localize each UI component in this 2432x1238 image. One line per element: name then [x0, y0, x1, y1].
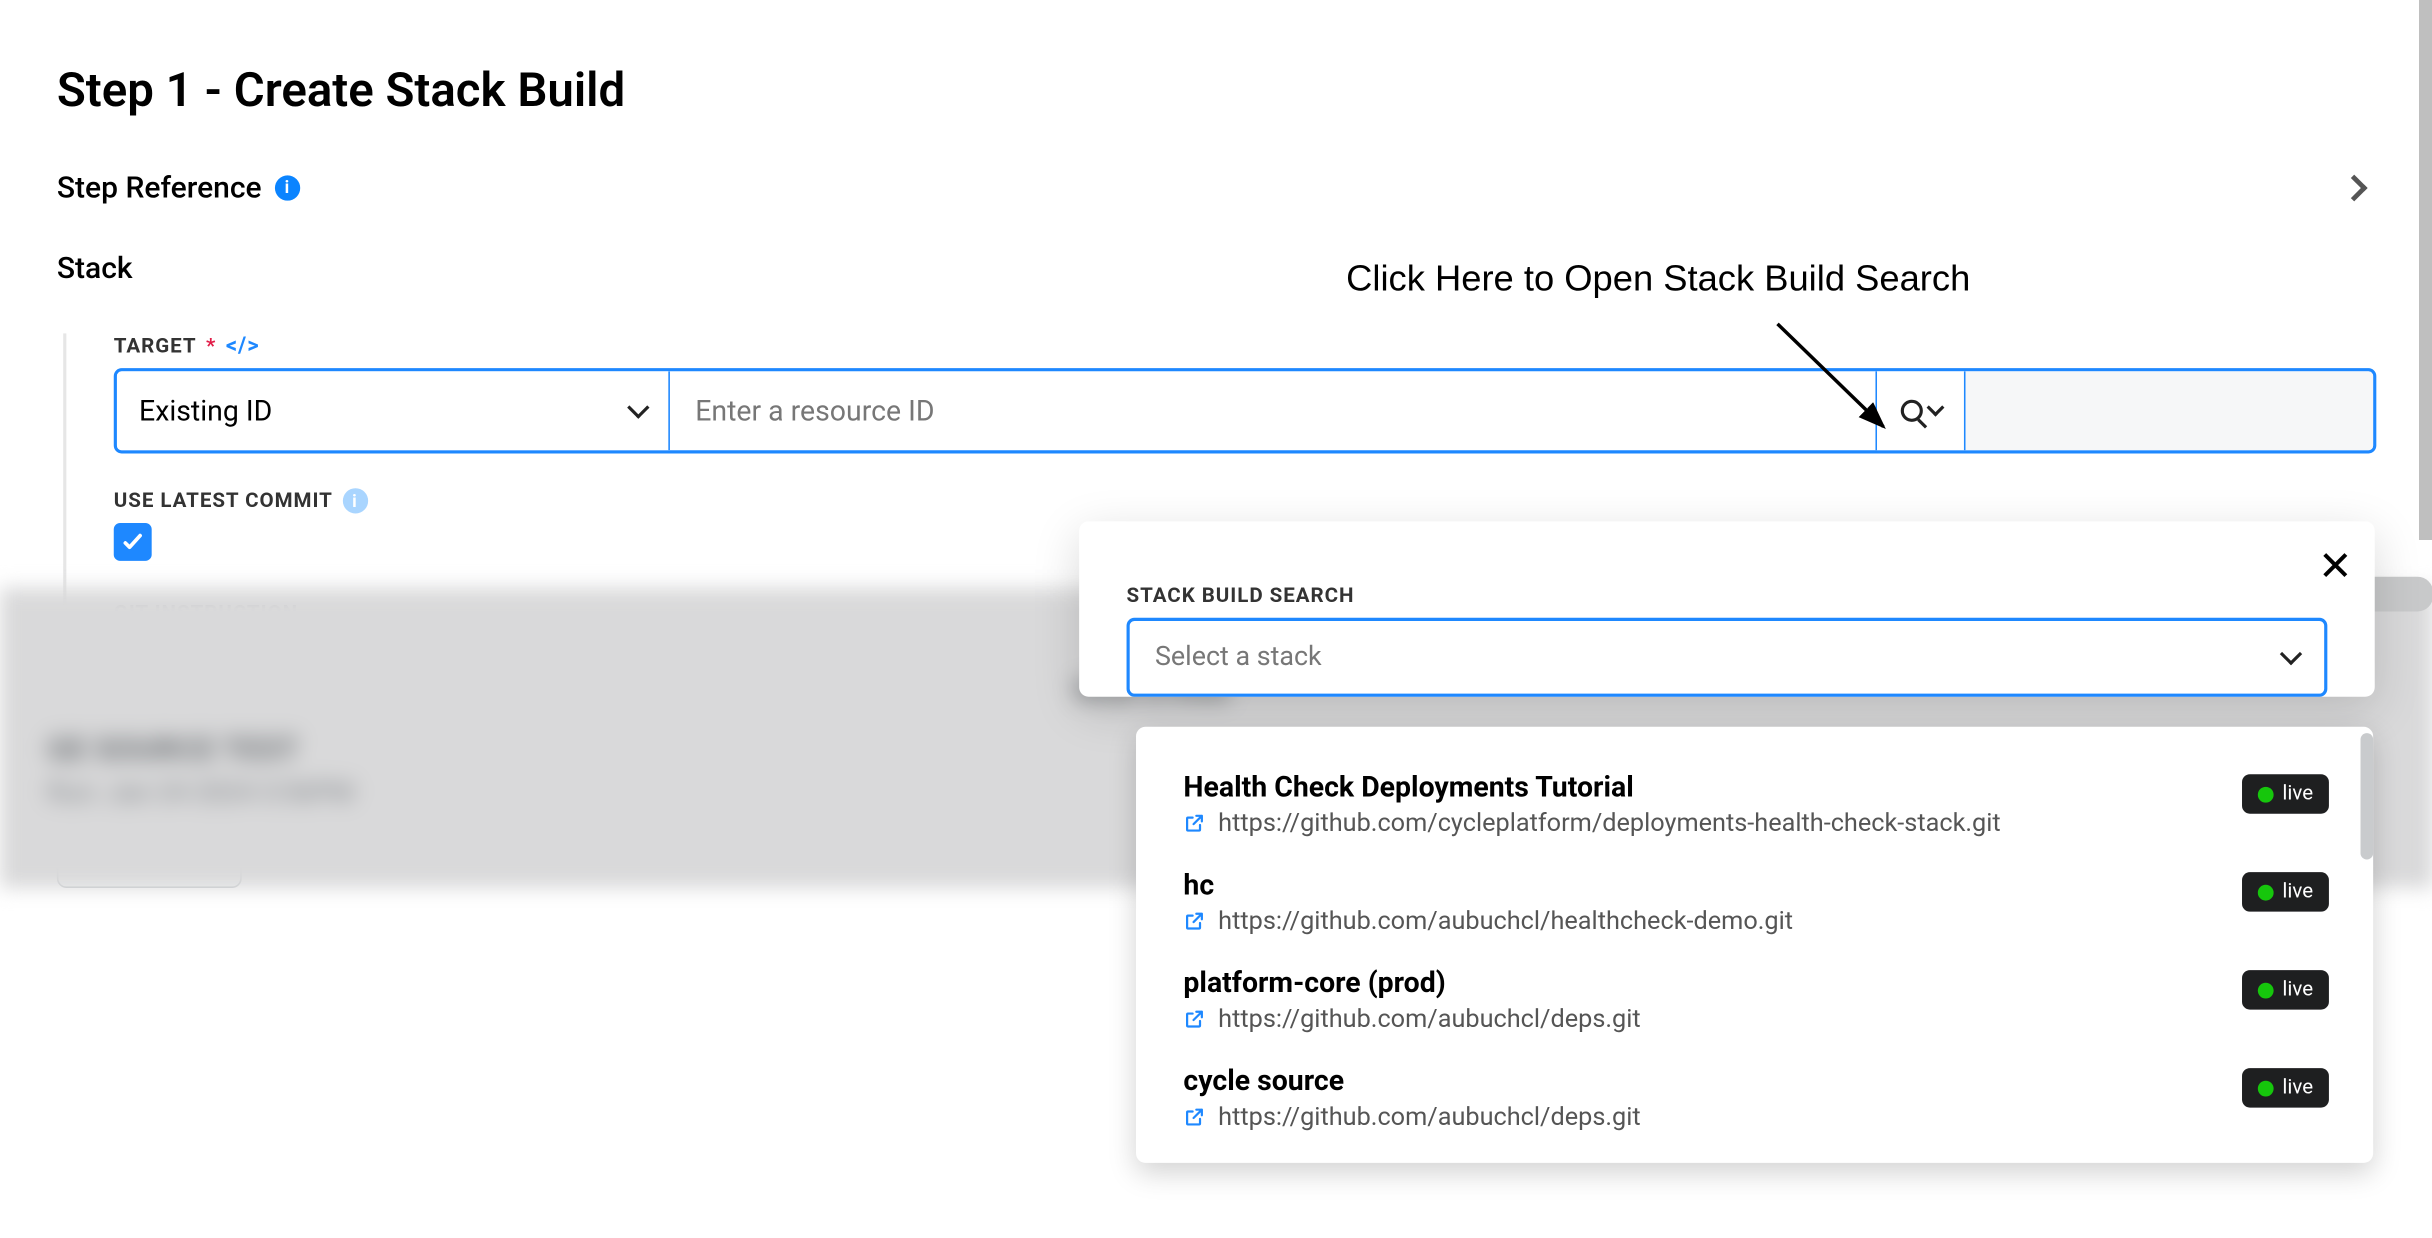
stack-select[interactable]: Select a stack [1127, 618, 2328, 697]
info-icon: i [342, 488, 367, 513]
status-dot-icon [2257, 1080, 2273, 1096]
stack-option-url: https://github.com/cycleplatform/deploym… [1218, 807, 2000, 837]
status-badge: live [2241, 774, 2329, 814]
stack-option[interactable]: cycle source https://github.com/aubuchcl… [1136, 1049, 2373, 1147]
status-badge: live [2241, 872, 2329, 912]
status-badge: live [2241, 1068, 2329, 1108]
annotation-text: Click Here to Open Stack Build Search [1346, 258, 1970, 301]
blur-run-line: Run: Jan 24 2024 3:56PM [47, 777, 353, 809]
stack-label: Stack [57, 250, 2376, 286]
chevron-down-icon [627, 396, 649, 418]
target-resource-input[interactable]: Enter a resource ID [670, 371, 1877, 450]
open-search-button[interactable] [1877, 371, 1965, 450]
stack-option-url: https://github.com/aubuchcl/deps.git [1218, 1003, 1640, 1033]
stack-option[interactable]: platform-core (prod) https://github.com/… [1136, 951, 2373, 1049]
external-link-icon [1183, 1007, 1205, 1029]
page-title: Step 1 - Create Stack Build [57, 63, 2376, 118]
status-dot-icon [2257, 786, 2273, 802]
stack-dropdown: Health Check Deployments Tutorial https:… [1136, 727, 2373, 1163]
target-input-placeholder: Enter a resource ID [695, 394, 934, 427]
status-dot-icon [2257, 884, 2273, 900]
status-dot-icon [2257, 982, 2273, 998]
external-link-icon [1183, 909, 1205, 931]
use-latest-label: USE LATEST COMMIT i [114, 488, 2377, 513]
stack-option-title: hc [1183, 869, 2241, 902]
code-icon: </> [226, 333, 260, 358]
status-text: live [2282, 1076, 2313, 1100]
external-link-icon [1183, 1105, 1205, 1127]
required-star-icon: * [206, 334, 216, 358]
step-reference-row[interactable]: Step Reference i [57, 169, 2376, 205]
status-text: live [2282, 978, 2313, 1002]
step-reference-label: Step Reference [57, 169, 262, 205]
dropdown-scrollbar[interactable] [2361, 733, 2374, 859]
use-latest-checkbox[interactable] [114, 523, 152, 561]
status-text: live [2282, 782, 2313, 806]
target-type-value: Existing ID [139, 394, 272, 427]
chevron-right-icon [2341, 174, 2368, 201]
chevron-down-icon [1926, 399, 1944, 417]
stack-option-title: Health Check Deployments Tutorial [1183, 771, 2241, 804]
status-badge: live [2241, 970, 2329, 1010]
page-scrollbar[interactable] [2419, 0, 2432, 540]
target-trailing-blank [1966, 371, 2374, 450]
status-text: live [2282, 880, 2313, 904]
stack-option-url: https://github.com/aubuchcl/deps.git [1218, 1101, 1640, 1131]
stack-option-url: https://github.com/aubuchcl/healthcheck-… [1218, 905, 1793, 935]
stack-option-title: cycle source [1183, 1065, 2241, 1098]
chevron-down-icon [2280, 643, 2302, 665]
external-link-icon [1183, 811, 1205, 833]
blur-source-test: GE SOURCE TEST [47, 730, 298, 768]
stack-option[interactable]: hc https://github.com/aubuchcl/healthche… [1136, 853, 2373, 951]
stack-select-placeholder: Select a stack [1155, 641, 1322, 673]
search-icon [1900, 400, 1922, 422]
stack-build-search-popup: ✕ STACK BUILD SEARCH Select a stack [1079, 521, 2375, 696]
popup-title: STACK BUILD SEARCH [1127, 585, 2328, 609]
target-row: Existing ID Enter a resource ID [114, 368, 2377, 453]
stack-option[interactable]: Health Check Deployments Tutorial https:… [1136, 755, 2373, 853]
target-type-select[interactable]: Existing ID [117, 371, 670, 450]
target-label: TARGET * </> [114, 333, 2377, 358]
stack-option-title: platform-core (prod) [1183, 967, 2241, 1000]
info-icon: i [274, 175, 299, 200]
close-icon[interactable]: ✕ [2318, 547, 2352, 588]
check-icon [120, 529, 145, 554]
